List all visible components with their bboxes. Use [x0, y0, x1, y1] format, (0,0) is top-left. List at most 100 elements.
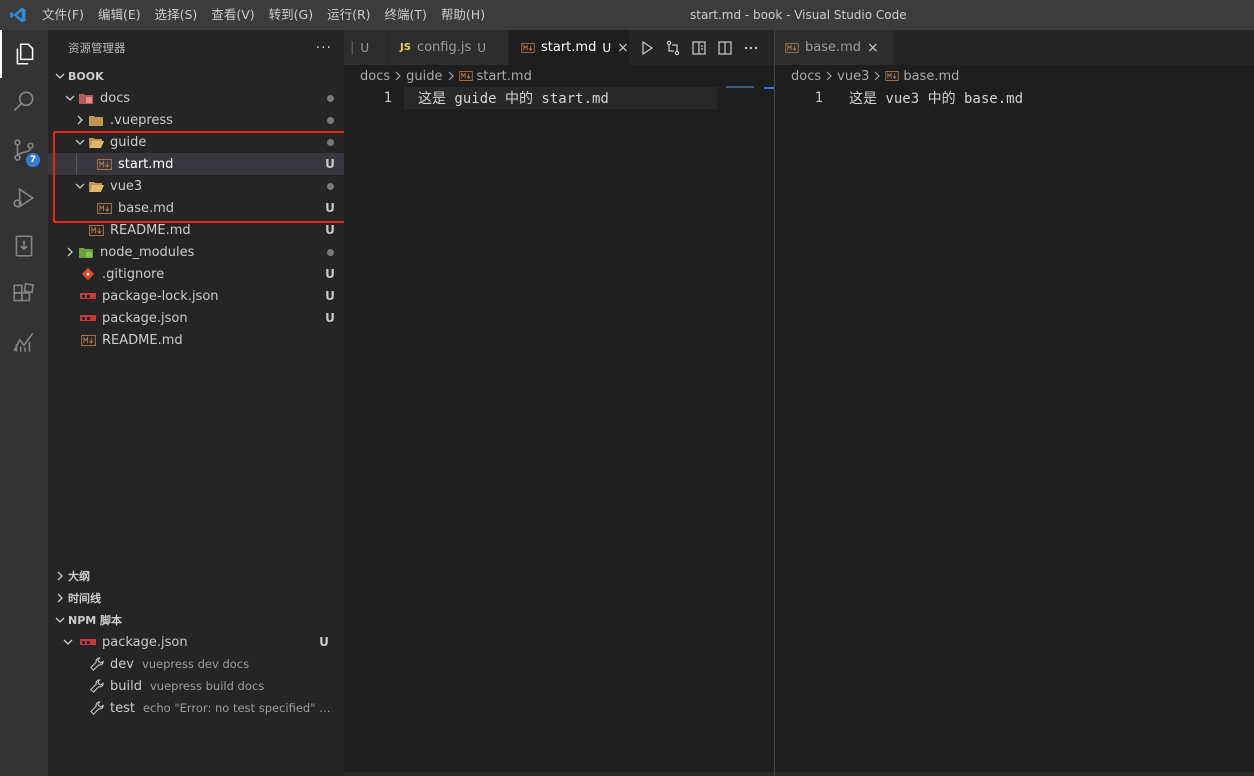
- explorer-icon[interactable]: [0, 30, 48, 78]
- run-debug-icon[interactable]: [0, 174, 48, 222]
- close-icon[interactable]: ×: [867, 40, 879, 56]
- tab-config-js[interactable]: JS config.js U: [388, 30, 509, 65]
- npm-script-name: dev: [110, 656, 134, 672]
- tab-start-md[interactable]: start.md U ×: [509, 30, 630, 65]
- activity-bar: 7: [0, 30, 48, 776]
- npm-script-command: vuepress dev docs: [141, 657, 250, 671]
- modified-dot: [326, 183, 334, 190]
- code-text[interactable]: 这是 vue3 中的 base.md: [849, 88, 1023, 108]
- section-timeline[interactable]: 时间线: [48, 587, 344, 609]
- chevron-down-icon: [62, 87, 78, 109]
- tree-item-package-lock[interactable]: package-lock.json U: [48, 285, 344, 307]
- tree-item-start-md[interactable]: start.md U: [48, 153, 344, 175]
- workspace-root-label: BOOK: [68, 69, 104, 83]
- untracked-badge: U: [325, 157, 335, 171]
- javascript-file-icon: JS: [400, 42, 411, 53]
- explorer-sidebar: 资源管理器 ··· BOOK docs .vuepress guide star…: [48, 30, 344, 776]
- remote-icon[interactable]: [0, 222, 48, 270]
- tab-bar-left: | U JS config.js U start.md U ×: [344, 30, 774, 65]
- horizontal-scrollbar[interactable]: [775, 772, 1254, 776]
- tree-item-docs-readme[interactable]: README.md U: [48, 219, 344, 241]
- menu-run[interactable]: 运行(R): [320, 0, 377, 30]
- chevron-right-icon: [62, 241, 78, 263]
- chevron-right-icon: [394, 71, 402, 81]
- title-bar: 文件(F) 编辑(E) 选择(S) 查看(V) 转到(G) 运行(R) 终端(T…: [0, 0, 1254, 30]
- open-changes-icon[interactable]: [660, 30, 686, 65]
- workspace-root[interactable]: BOOK: [48, 65, 344, 87]
- menu-view[interactable]: 查看(V): [204, 0, 261, 30]
- breadcrumb-item[interactable]: vue3: [837, 69, 869, 84]
- markdown-file-icon: [458, 71, 473, 81]
- markdown-file-icon: [96, 200, 112, 216]
- npm-script-name: build: [110, 678, 142, 694]
- section-npm-label: NPM 脚本: [68, 614, 123, 627]
- menu-terminal[interactable]: 终端(T): [378, 0, 434, 30]
- tab-label: base.md: [805, 40, 862, 55]
- npm-script-command: echo "Error: no test specified" && e...: [142, 701, 338, 715]
- breadcrumb-item[interactable]: docs: [360, 69, 390, 84]
- tree-item-node-modules[interactable]: node_modules: [48, 241, 344, 263]
- npm-package-item[interactable]: package.json U: [48, 631, 344, 653]
- breadcrumb-item[interactable]: base.md: [903, 69, 959, 84]
- sidebar-bottom-sections: 大纲 时间线 NPM 脚本 package.json U dev vuepres…: [48, 565, 344, 719]
- chevron-down-icon: [52, 65, 68, 87]
- tab-status: U: [477, 40, 487, 55]
- horizontal-scrollbar[interactable]: [344, 772, 774, 776]
- menu-selection[interactable]: 选择(S): [148, 0, 205, 30]
- wrench-icon: [90, 679, 104, 693]
- close-icon[interactable]: ×: [617, 40, 629, 56]
- breadcrumb-item[interactable]: start.md: [477, 69, 532, 84]
- split-editor-icon[interactable]: [712, 30, 738, 65]
- more-actions-icon[interactable]: ···: [316, 40, 332, 56]
- chevron-down-icon: [60, 631, 76, 653]
- more-actions-icon[interactable]: [738, 30, 764, 65]
- breadcrumb: docs vue3 base.md: [775, 65, 1254, 87]
- line-number: 1: [814, 90, 823, 106]
- open-preview-icon[interactable]: [686, 30, 712, 65]
- tab-label: config.js: [416, 40, 472, 55]
- modified-dot: [326, 95, 334, 102]
- npm-file-icon: [80, 310, 96, 326]
- menu-bar: 文件(F) 编辑(E) 选择(S) 查看(V) 转到(G) 运行(R) 终端(T…: [35, 0, 492, 30]
- analytics-icon[interactable]: [0, 318, 48, 366]
- untracked-badge: U: [325, 289, 335, 303]
- editor-actions: [634, 30, 764, 65]
- npm-script-name: test: [110, 700, 135, 716]
- source-control-icon[interactable]: 7: [0, 126, 48, 174]
- tree-item-package-json[interactable]: package.json U: [48, 307, 344, 329]
- menu-help[interactable]: 帮助(H): [434, 0, 492, 30]
- chevron-right-icon: [72, 109, 88, 131]
- breadcrumb-item[interactable]: guide: [406, 69, 442, 84]
- tab-hidden[interactable]: | U: [344, 30, 388, 65]
- tree-item-gitignore[interactable]: .gitignore U: [48, 263, 344, 285]
- search-icon[interactable]: [0, 78, 48, 126]
- code-text[interactable]: 这是 guide 中的 start.md: [418, 88, 609, 108]
- npm-file-icon: [80, 288, 96, 304]
- npm-script-build[interactable]: build vuepress build docs: [48, 675, 344, 697]
- markdown-file-icon: [521, 42, 535, 53]
- npm-script-command: vuepress build docs: [149, 679, 265, 693]
- tree-item-readme[interactable]: README.md: [48, 329, 344, 351]
- tree-item-vuepress[interactable]: .vuepress: [48, 109, 344, 131]
- untracked-badge: U: [325, 267, 335, 281]
- menu-go[interactable]: 转到(G): [262, 0, 320, 30]
- menu-edit[interactable]: 编辑(E): [91, 0, 148, 30]
- npm-script-dev[interactable]: dev vuepress dev docs: [48, 653, 344, 675]
- section-outline[interactable]: 大纲: [48, 565, 344, 587]
- breadcrumb-item[interactable]: docs: [791, 69, 821, 84]
- vscode-logo-icon: [0, 0, 35, 30]
- run-icon[interactable]: [634, 30, 660, 65]
- scm-badge: 7: [26, 153, 40, 167]
- tab-base-md[interactable]: base.md ×: [775, 30, 895, 65]
- tree-item-guide[interactable]: guide: [48, 131, 344, 153]
- code-line[interactable]: 1 这是 vue3 中的 base.md: [775, 87, 1254, 109]
- npm-script-test[interactable]: test echo "Error: no test specified" && …: [48, 697, 344, 719]
- markdown-file-icon: [88, 222, 104, 238]
- section-npm-scripts[interactable]: NPM 脚本: [48, 609, 344, 631]
- tree-item-vue3[interactable]: vue3: [48, 175, 344, 197]
- tree-item-docs[interactable]: docs: [48, 87, 344, 109]
- tree-item-base-md[interactable]: base.md U: [48, 197, 344, 219]
- extensions-icon[interactable]: [0, 270, 48, 318]
- code-line[interactable]: 1 这是 guide 中的 start.md: [344, 87, 774, 109]
- menu-file[interactable]: 文件(F): [35, 0, 91, 30]
